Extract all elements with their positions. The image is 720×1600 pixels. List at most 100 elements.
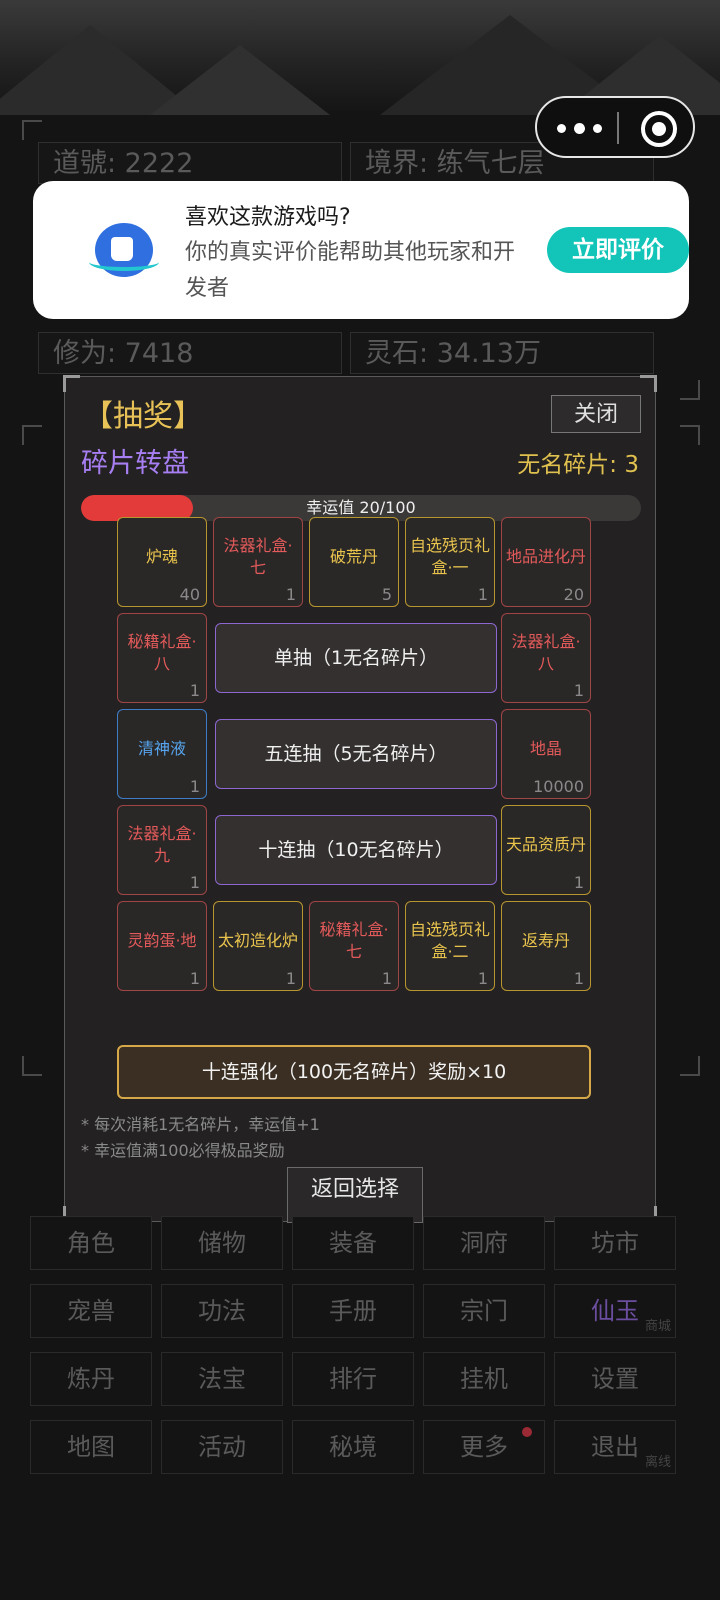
prize-count: 1: [477, 969, 488, 988]
menu-button-label: 设置: [591, 1365, 639, 1393]
menu-button[interactable]: 手册: [292, 1284, 414, 1338]
dao-name-card: 道號: 2222: [38, 142, 342, 184]
rating-prompt: 喜欢这款游戏吗? 你的真实评价能帮助其他玩家和开发者 立即评价: [33, 181, 689, 319]
menu-button[interactable]: 宗门: [423, 1284, 545, 1338]
menu-button[interactable]: 秘境: [292, 1420, 414, 1474]
menu-button[interactable]: 设置: [554, 1352, 676, 1406]
menu-button[interactable]: 宠兽: [30, 1284, 152, 1338]
rating-title: 喜欢这款游戏吗?: [185, 205, 351, 230]
single-draw-button[interactable]: 单抽（1无名碎片）: [215, 623, 497, 693]
spirit-stones-card: 灵石: 34.13万: [350, 332, 654, 374]
prize-count: 1: [573, 969, 584, 988]
menu-button[interactable]: 活动: [161, 1420, 283, 1474]
rate-now-button[interactable]: 立即评价: [547, 227, 689, 273]
menu-button-label: 宗门: [460, 1297, 508, 1325]
menu-button-label: 手册: [329, 1297, 377, 1325]
cultivation-card: 修为: 7418: [38, 332, 342, 374]
prize-cell: 地品进化丹 20: [501, 517, 591, 607]
more-icon[interactable]: [557, 116, 607, 140]
menu-button[interactable]: 装备: [292, 1216, 414, 1270]
modal-corner: [63, 375, 80, 392]
menu-button-label: 功法: [198, 1297, 246, 1325]
menu-button[interactable]: 储物: [161, 1216, 283, 1270]
menu-button-label: 坊市: [591, 1229, 639, 1257]
menu-button[interactable]: 洞府: [423, 1216, 545, 1270]
prize-count: 1: [189, 681, 200, 700]
menu-button-label: 储物: [198, 1229, 246, 1257]
lottery-title: 【抽奖】: [83, 399, 203, 434]
prize-cell: 太初造化炉 1: [213, 901, 303, 991]
menu-button[interactable]: 仙玉 商城: [554, 1284, 676, 1338]
prize-count: 1: [573, 681, 584, 700]
fragment-count: 无名碎片: 3: [517, 452, 639, 478]
menu-button[interactable]: 退出 离线: [554, 1420, 676, 1474]
menu-button-label: 挂机: [460, 1365, 508, 1393]
frame-corner: [22, 1056, 42, 1076]
prize-cell: 灵韵蛋·地 1: [117, 901, 207, 991]
menu-button-label: 地图: [67, 1433, 115, 1461]
menu-button[interactable]: 地图: [30, 1420, 152, 1474]
prize-cell: 破荒丹 5: [309, 517, 399, 607]
notification-dot-icon: [522, 1427, 532, 1437]
rating-body: 你的真实评价能帮助其他玩家和开发者: [185, 240, 516, 301]
menu-button-tag: 商城: [644, 1319, 671, 1334]
menu-button-label: 秘境: [329, 1433, 377, 1461]
menu-button-label: 更多: [460, 1433, 508, 1461]
prize-count: 1: [477, 585, 488, 604]
prize-count: 1: [573, 873, 584, 892]
menu-button-label: 活动: [198, 1433, 246, 1461]
menu-button-label: 退出: [591, 1433, 639, 1461]
five-draw-button[interactable]: 五连抽（5无名碎片）: [215, 719, 497, 789]
thumbs-up-logo-icon: [89, 223, 159, 277]
menu-button[interactable]: 炼丹: [30, 1352, 152, 1406]
prize-count: 10000: [533, 777, 584, 796]
frame-corner: [680, 1056, 700, 1076]
menu-button[interactable]: 角色: [30, 1216, 152, 1270]
close-miniprogram-icon[interactable]: [641, 111, 677, 147]
prize-cell: 法器礼盒·七 1: [213, 517, 303, 607]
prize-count: 40: [179, 585, 200, 604]
back-button[interactable]: 返回选择: [287, 1167, 423, 1223]
capsule-divider: [617, 112, 619, 144]
miniprogram-capsule: [535, 96, 695, 158]
prize-cell: 清神液 1: [117, 709, 207, 799]
prize-count: 1: [189, 873, 200, 892]
close-button[interactable]: 关闭: [551, 395, 641, 433]
menu-button[interactable]: 更多: [423, 1420, 545, 1474]
prize-cell: 秘籍礼盒·七 1: [309, 901, 399, 991]
menu-button[interactable]: 挂机: [423, 1352, 545, 1406]
menu-button-label: 洞府: [460, 1229, 508, 1257]
menu-button-label: 炼丹: [67, 1365, 115, 1393]
prize-count: 20: [563, 585, 584, 604]
prize-cell: 天品资质丹 1: [501, 805, 591, 895]
prize-cell: 法器礼盒·八 1: [501, 613, 591, 703]
frame-corner: [22, 425, 42, 445]
frame-corner: [680, 425, 700, 445]
menu-button-tag: 离线: [644, 1455, 671, 1470]
prize-cell: 秘籍礼盒·八 1: [117, 613, 207, 703]
prize-cell: 地晶 10000: [501, 709, 591, 799]
frame-corner: [22, 120, 42, 140]
prize-cell: 返寿丹 1: [501, 901, 591, 991]
ten-enhance-button[interactable]: 十连强化（100无名碎片）奖励×10: [117, 1045, 591, 1099]
wheel-subtitle: 碎片转盘: [81, 448, 189, 479]
prize-cell: 自选残页礼盒·一 1: [405, 517, 495, 607]
prize-cell: 法器礼盒·九 1: [117, 805, 207, 895]
menu-button-label: 角色: [67, 1229, 115, 1257]
prize-count: 1: [189, 969, 200, 988]
menu-button[interactable]: 法宝: [161, 1352, 283, 1406]
prize-count: 1: [189, 777, 200, 796]
frame-corner: [680, 380, 700, 400]
ten-draw-button[interactable]: 十连抽（10无名碎片）: [215, 815, 497, 885]
guarantee-note: * 幸运值满100必得极品奖励: [81, 1141, 285, 1160]
menu-button-label: 法宝: [198, 1365, 246, 1393]
menu-button-label: 仙玉: [591, 1297, 639, 1325]
prize-count: 1: [381, 969, 392, 988]
prize-count: 1: [285, 969, 296, 988]
menu-button[interactable]: 排行: [292, 1352, 414, 1406]
modal-corner: [640, 375, 657, 392]
menu-button[interactable]: 坊市: [554, 1216, 676, 1270]
prize-cell: 自选残页礼盒·二 1: [405, 901, 495, 991]
menu-button[interactable]: 功法: [161, 1284, 283, 1338]
prize-count: 5: [381, 585, 392, 604]
